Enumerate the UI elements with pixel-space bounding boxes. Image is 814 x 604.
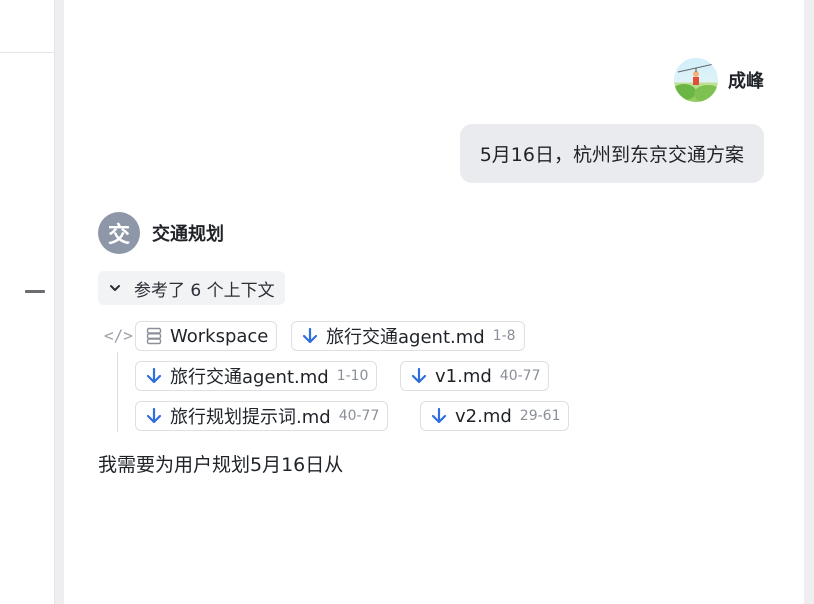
chip-label: Workspace <box>170 325 269 347</box>
arrow-down-icon <box>429 406 449 426</box>
bot-response-text: 我需要为用户规划5月16日从 <box>98 454 344 476</box>
context-list: </> Workspace 旅行交通agent.md 1-8 旅行交通agent… <box>100 320 620 440</box>
arrow-down-icon <box>144 406 164 426</box>
context-tree-line <box>117 352 118 432</box>
arrow-down-icon <box>409 366 429 386</box>
bot-header: 交 交通规划 <box>98 212 224 254</box>
context-chip-file[interactable]: 旅行规划提示词.md 40-77 <box>135 401 389 431</box>
zipline-avatar-icon <box>674 63 718 102</box>
chip-range: 1-8 <box>492 328 516 344</box>
avatar[interactable] <box>674 58 718 102</box>
context-toggle-label: 参考了 6 个上下文 <box>134 280 275 301</box>
collapse-handle[interactable] <box>25 290 45 293</box>
context-chip-file[interactable]: 旅行交通agent.md 1-10 <box>135 361 378 391</box>
chip-label: 旅行交通agent.md <box>326 327 485 348</box>
left-pane-header <box>0 0 54 53</box>
left-pane <box>0 0 55 604</box>
pane-divider[interactable] <box>55 0 64 604</box>
user-name: 成峰 <box>728 71 764 92</box>
chip-range: 29-61 <box>519 408 561 424</box>
context-chip-file[interactable]: v1.md 40-77 <box>400 361 550 391</box>
context-chip-workspace[interactable]: Workspace <box>135 321 278 351</box>
right-gutter <box>804 0 814 604</box>
chip-range: 1-10 <box>336 368 369 384</box>
user-header: 成峰 <box>674 58 764 102</box>
chip-range: 40-77 <box>499 368 541 384</box>
bot-name: 交通规划 <box>152 224 224 245</box>
chip-label: v1.md <box>435 365 492 387</box>
chip-range: 40-77 <box>338 408 380 424</box>
arrow-down-icon <box>300 326 320 346</box>
chip-label: v2.md <box>455 405 512 427</box>
context-chip-file[interactable]: 旅行交通agent.md 1-8 <box>291 321 525 351</box>
context-toggle-button[interactable]: 参考了 6 个上下文 <box>98 271 285 305</box>
chat-panel: 成峰 5月16日，杭州到东京交通方案 交 交通规划 参考了 6 个上下文 </>… <box>64 0 804 604</box>
arrow-down-icon <box>144 366 164 386</box>
chip-label: 旅行交通agent.md <box>170 367 329 388</box>
database-icon <box>144 326 164 346</box>
context-chip-file[interactable]: v2.md 29-61 <box>420 401 570 431</box>
bot-avatar[interactable]: 交 <box>98 212 140 254</box>
user-message-bubble: 5月16日，杭州到东京交通方案 <box>459 124 764 183</box>
chip-label: 旅行规划提示词.md <box>170 407 331 428</box>
chevron-down-icon <box>110 285 120 291</box>
code-icon: </> <box>104 326 133 345</box>
